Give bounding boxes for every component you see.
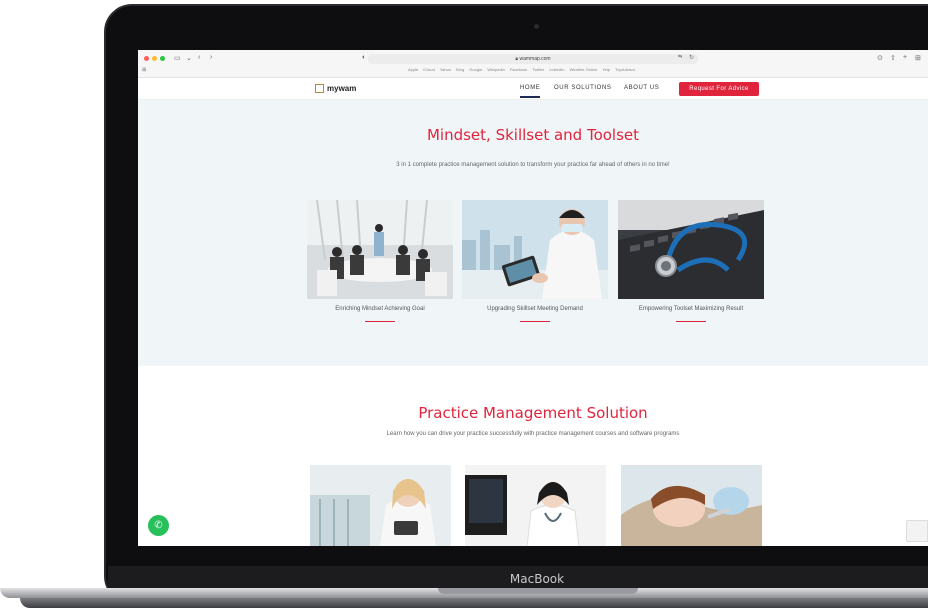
zoom-window-icon[interactable] (160, 56, 165, 61)
chevron-down-icon[interactable]: ⌄ (186, 54, 192, 62)
webcam (534, 24, 539, 29)
translate-icon[interactable]: ⇆ (678, 54, 682, 60)
sidebar-icon[interactable]: ▭ (174, 54, 181, 62)
address-text: wammap.com (519, 56, 551, 62)
logo-grid-icon (315, 84, 324, 93)
course-image-nurse[interactable] (465, 465, 606, 546)
privacy-shield-icon: ◐ (362, 54, 367, 61)
browser-toolbar: ▭ ⌄ ‹ › ⊞ ◐ 🔒︎ wammap.com ⇆ ↻ ⊙ ⇧ + ⊞ Ap… (138, 50, 928, 78)
bookmark-item[interactable]: Weather Online (570, 67, 598, 72)
caption-underline (676, 321, 706, 322)
nav-our-solutions[interactable]: OUR SOLUTIONS (554, 85, 611, 91)
screen: ▭ ⌄ ‹ › ⊞ ◐ 🔒︎ wammap.com ⇆ ↻ ⊙ ⇧ + ⊞ Ap… (138, 50, 928, 546)
recaptcha-badge[interactable] (906, 520, 928, 542)
reload-icon[interactable]: ↻ (689, 54, 694, 61)
forward-icon[interactable]: › (210, 54, 212, 61)
download-icon[interactable]: ⊙ (877, 54, 883, 62)
bookmark-item[interactable]: Yahoo (440, 67, 451, 72)
logo-text: mywam (327, 84, 357, 93)
bookmark-item[interactable]: Twitter (532, 67, 544, 72)
bookmark-item[interactable]: Bing (456, 67, 464, 72)
caption-underline (520, 321, 550, 322)
bookmark-item[interactable]: iCloud (423, 67, 434, 72)
laptop-brand-label: MacBook (509, 572, 565, 586)
tab-overview-icon[interactable]: ⊞ (915, 54, 921, 62)
bookmarks-bar: Apple iCloud Yahoo Bing Google Wikipedia… (408, 67, 639, 72)
section-subtitle: Learn how you can drive your practice su… (386, 431, 680, 437)
nav-about-us[interactable]: ABOUT US (624, 85, 659, 91)
caption-underline (365, 321, 395, 322)
laptop-mockup: MacBook ▭ ⌄ ‹ › ⊞ ◐ 🔒︎ wammap.com ⇆ ↻ ⊙ … (0, 0, 928, 609)
share-icon[interactable]: ⇧ (890, 54, 896, 62)
whatsapp-icon: ✆ (154, 520, 163, 531)
whatsapp-chat-button[interactable]: ✆ (148, 515, 169, 536)
minimize-window-icon[interactable] (152, 56, 157, 61)
bookmark-item[interactable]: Wikipedia (487, 67, 504, 72)
grid-icon[interactable]: ⊞ (142, 67, 146, 73)
site-logo[interactable]: mywam (315, 84, 356, 93)
toolset-image[interactable] (618, 200, 764, 299)
section-title: Mindset, Skillset and Toolset (426, 126, 640, 144)
mindset-image[interactable] (307, 200, 453, 299)
bookmark-item[interactable]: LinkedIn (549, 67, 564, 72)
lock-icon: 🔒︎ (515, 56, 519, 62)
bookmark-item[interactable]: Apple (408, 67, 418, 72)
request-advice-button[interactable]: Request For Advice (679, 82, 759, 96)
bookmark-item[interactable]: Yelp (602, 67, 610, 72)
address-bar[interactable]: 🔒︎ wammap.com (368, 54, 698, 64)
laptop-notch (438, 588, 638, 594)
course-image-patient[interactable] (621, 465, 762, 546)
site-header: mywam HOME OUR SOLUTIONS ABOUT US Reques… (138, 78, 928, 100)
back-icon[interactable]: ‹ (198, 54, 200, 61)
card-caption: Enriching Mindset Achieving Goal (335, 306, 425, 312)
card-caption: Empowering Toolset Maximizing Result (638, 306, 744, 312)
skillset-image[interactable] (462, 200, 608, 299)
laptop-base-edge (20, 598, 928, 608)
card-caption: Upgrading Skillset Meeting Demand (487, 306, 583, 312)
nav-home[interactable]: HOME (520, 85, 541, 98)
section-title: Practice Management Solution (418, 404, 648, 422)
mindset-section: Mindset, Skillset and Toolset 3 in 1 com… (138, 100, 928, 366)
bookmark-item[interactable]: Google (469, 67, 482, 72)
course-image-doctor[interactable] (310, 465, 451, 546)
new-tab-icon[interactable]: + (903, 54, 907, 61)
close-window-icon[interactable] (144, 56, 149, 61)
bookmark-item[interactable]: TripAdvisor (615, 67, 635, 72)
section-subtitle: 3 in 1 complete practice management solu… (396, 162, 670, 168)
bookmark-item[interactable]: Facebook (510, 67, 528, 72)
